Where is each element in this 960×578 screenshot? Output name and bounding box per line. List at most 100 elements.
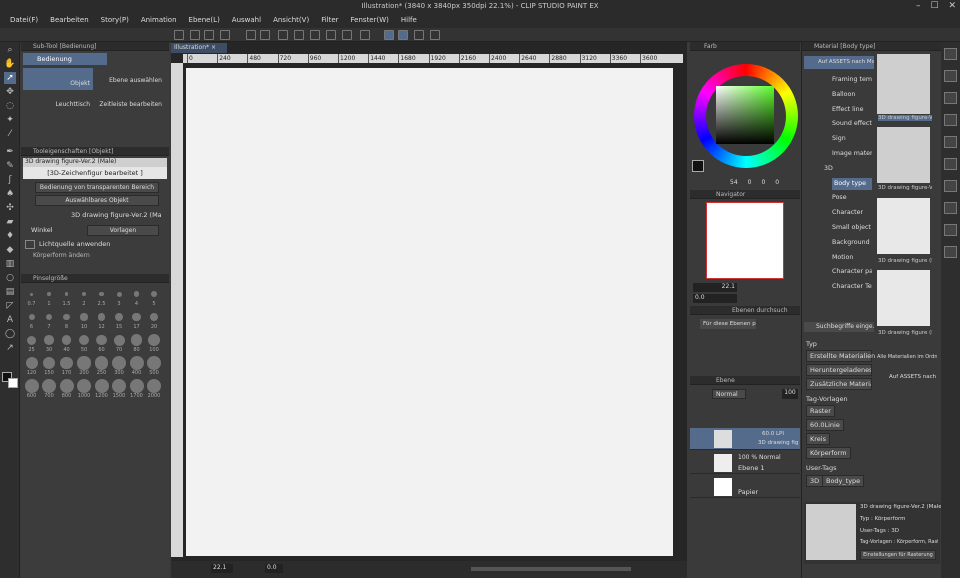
lasso-tool-icon[interactable]: ◌ — [4, 100, 16, 112]
brush-size-option[interactable]: 1500 — [111, 378, 128, 400]
subtool-object[interactable]: Objekt — [23, 68, 93, 90]
navigator-zoom[interactable]: 22.1 — [693, 283, 737, 292]
pen-tool-icon[interactable]: ✒ — [4, 146, 16, 158]
brush-size-option[interactable]: 1200 — [93, 378, 110, 400]
undo-icon[interactable] — [246, 30, 256, 40]
brush-size-option[interactable]: 300 — [111, 355, 128, 377]
brush-size-option[interactable]: 400 — [128, 355, 145, 377]
brush-size-option[interactable]: 17 — [128, 309, 145, 331]
saturation-value-square[interactable] — [716, 86, 774, 144]
snap-ruler-icon[interactable] — [384, 30, 394, 40]
gradient-tool-icon[interactable]: ▥ — [4, 258, 16, 270]
sidebar-material-5-icon[interactable] — [944, 136, 957, 148]
menu-file[interactable]: Datei(F) — [4, 13, 44, 28]
material-tree-item[interactable]: Balloon — [832, 89, 872, 101]
material-tree-item[interactable]: Body type — [832, 177, 872, 190]
sub-color-swatch[interactable] — [8, 378, 18, 388]
material-tree-item[interactable]: Effect line — [832, 104, 872, 116]
decoration-tool-icon[interactable]: ✣ — [4, 202, 16, 214]
assets-search-link[interactable]: Auf ASSETS nach — [877, 374, 937, 380]
brush-settings-icon[interactable] — [430, 30, 440, 40]
brush-size-option[interactable]: 2000 — [146, 378, 163, 400]
tag-circle-button[interactable]: Kreis — [806, 433, 830, 445]
transform-icon[interactable] — [294, 30, 304, 40]
navigator-preview[interactable] — [706, 202, 784, 279]
menu-help[interactable]: Hilfe — [395, 13, 423, 28]
material-tree-item[interactable]: Sound effect — [832, 118, 872, 130]
brush-size-option[interactable]: 7 — [41, 309, 58, 331]
sidebar-material-2-icon[interactable] — [944, 70, 957, 82]
brush-size-option[interactable]: 4 — [128, 286, 145, 308]
material-thumb-3[interactable] — [877, 198, 930, 254]
raster-settings-button[interactable]: Einstellungen für Rasterung — [860, 550, 936, 560]
sidebar-material-8-icon[interactable] — [944, 202, 957, 214]
assets-search-item[interactable]: Auf ASSETS nach Mat — [804, 56, 874, 69]
blend-tool-icon[interactable]: ♦ — [4, 230, 16, 242]
hand-tool-icon[interactable]: ✋ — [4, 58, 16, 70]
brush-size-option[interactable]: 0.7 — [23, 286, 40, 308]
menu-layer[interactable]: Ebene(L) — [183, 13, 226, 28]
subtool-edit-timeline[interactable]: Zeitleiste bearbeiten — [95, 90, 165, 112]
edit-3d-figure-label[interactable]: [3D-Zeichenfigur bearbeitet ] — [23, 167, 167, 179]
menu-view[interactable]: Ansicht(V) — [267, 13, 315, 28]
sidebar-material-icon[interactable] — [944, 48, 957, 60]
transparent-area-dropdown[interactable]: Bedienung von transparenten Bereich — [35, 182, 159, 193]
brush-size-option[interactable]: 1 — [41, 286, 58, 308]
brush-size-option[interactable]: 60 — [93, 332, 110, 354]
clear-icon[interactable] — [278, 30, 288, 40]
brush-size-option[interactable]: 40 — [58, 332, 75, 354]
document-tab[interactable]: Illustration* × — [171, 43, 227, 53]
material-tree-item[interactable]: Pose — [832, 192, 872, 204]
brush-size-option[interactable]: 700 — [41, 378, 58, 400]
tag-line-button[interactable]: 60.0Linie — [806, 419, 844, 431]
layer-row-ebene1[interactable]: 100 % Normal Ebene 1 — [690, 452, 800, 474]
layer-opacity[interactable]: 100 — [782, 389, 798, 399]
brush-size-option[interactable]: 5 — [146, 286, 163, 308]
user-tag-3d[interactable]: 3D — [806, 475, 824, 487]
brush-size-option[interactable]: 12 — [93, 309, 110, 331]
layer-tab[interactable]: Ebene — [690, 376, 800, 385]
tab-bedienung[interactable]: Bedienung — [23, 53, 107, 65]
brush-size-option[interactable]: 15 — [111, 309, 128, 331]
material-tree-item[interactable]: Character pa — [832, 266, 872, 278]
brush-tool-icon[interactable]: ʃ — [4, 174, 16, 186]
brush-size-option[interactable]: 2.5 — [93, 286, 110, 308]
sidebar-material-6-icon[interactable] — [944, 158, 957, 170]
sidebar-material-9-icon[interactable] — [944, 224, 957, 236]
blend-mode-dropdown[interactable]: Normal — [712, 389, 746, 399]
ruler-tool-icon[interactable]: ◸ — [4, 300, 16, 312]
angle-dropdown[interactable]: Vorlagen — [87, 225, 159, 236]
airbrush-tool-icon[interactable]: ♠ — [4, 188, 16, 200]
menu-select[interactable]: Auswahl — [226, 13, 267, 28]
material-tree-item[interactable]: Background — [832, 237, 872, 249]
crop-icon[interactable] — [342, 30, 352, 40]
material-tree-item[interactable]: Framing temp — [832, 74, 872, 86]
invert-icon[interactable] — [360, 30, 370, 40]
redo-icon[interactable] — [260, 30, 270, 40]
fill-icon[interactable] — [310, 30, 320, 40]
brush-size-option[interactable]: 80 — [128, 332, 145, 354]
typ-additional-button[interactable]: Zusätzliche Materiali — [806, 378, 872, 390]
canvas-zoom-value[interactable]: 22.1 — [211, 564, 233, 573]
typ-downloaded-button[interactable]: Heruntergeladenes M — [806, 364, 872, 376]
snap-grid-icon[interactable] — [414, 30, 424, 40]
brush-size-option[interactable]: 10 — [76, 309, 93, 331]
material-search-input[interactable]: Suchbegriffe einge... — [804, 322, 874, 332]
material-tree-item[interactable]: Character — [832, 207, 872, 219]
menu-filter[interactable]: Filter — [315, 13, 344, 28]
material-tree-item[interactable]: Character Te — [832, 281, 872, 293]
pencil-tool-icon[interactable]: ✎ — [4, 160, 16, 172]
brush-size-option[interactable]: 3 — [111, 286, 128, 308]
sidebar-material-3-icon[interactable] — [944, 92, 957, 104]
move-tool-icon[interactable]: ✥ — [4, 86, 16, 98]
canvas-paper[interactable] — [186, 68, 673, 556]
brush-size-option[interactable]: 70 — [111, 332, 128, 354]
brush-size-option[interactable]: 100 — [146, 332, 163, 354]
eraser-tool-icon[interactable]: ▰ — [4, 216, 16, 228]
tag-body-button[interactable]: Körperform — [806, 447, 851, 459]
brush-size-option[interactable]: 2 — [76, 286, 93, 308]
brush-size-option[interactable]: 150 — [41, 355, 58, 377]
figure-tool-icon[interactable]: ○ — [4, 272, 16, 284]
selectable-object-dropdown[interactable]: Auswählbares Objekt — [35, 195, 159, 206]
zoom-tool-icon[interactable]: ⌕ — [4, 44, 16, 56]
